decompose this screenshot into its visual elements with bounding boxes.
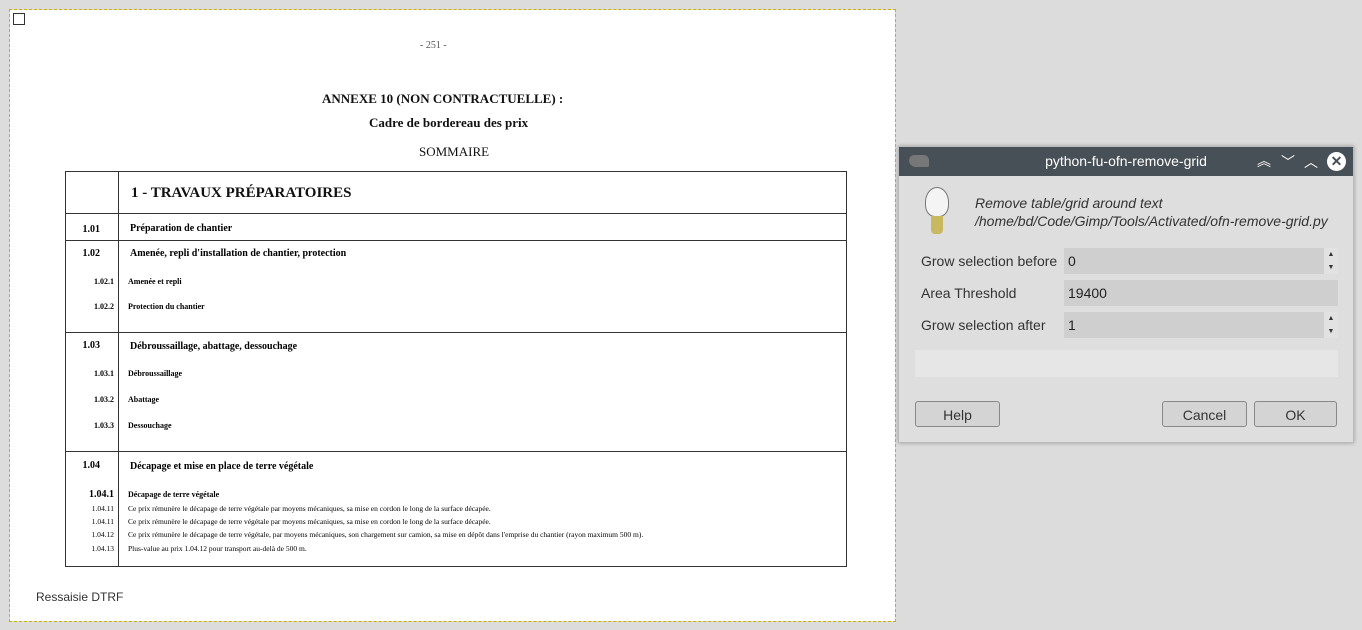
row-num: 1.02: [82, 248, 101, 259]
row-text: Débroussaillage, abattage, dessouchage: [130, 341, 298, 352]
row-num: 1.04.13: [91, 544, 115, 553]
lightbulb-base-icon: [931, 216, 943, 234]
row-text: Protection du chantier: [128, 302, 205, 311]
row-num: 1.03.2: [94, 395, 114, 404]
grow-after-spinbox[interactable]: 1 ▲ ▼: [1064, 312, 1338, 338]
row-text: Débroussaillage: [128, 369, 183, 378]
row-num: 1.03.3: [94, 421, 114, 430]
row-text: Ce prix rémunère le décapage de terre vé…: [128, 530, 644, 539]
doc-title: ANNEXE 10 (NON CONTRACTUELLE) :: [322, 91, 564, 106]
row-text: Amenée et repli: [128, 277, 182, 286]
lightbulb-icon: [925, 187, 949, 217]
dialog-script-path: /home/bd/Code/Gimp/Tools/Activated/ofn-r…: [975, 213, 1328, 229]
maximize-icon[interactable]: ︿: [1304, 152, 1318, 172]
help-button[interactable]: Help: [915, 401, 1000, 427]
grow-before-label: Grow selection before: [921, 253, 1058, 269]
doc-subtitle: Cadre de bordereau des prix: [369, 115, 529, 130]
row-divider: [65, 213, 846, 214]
row-num: 1.04.1: [89, 489, 114, 500]
progress-bar: [915, 350, 1338, 377]
minimize-icon[interactable]: ﹀: [1281, 152, 1295, 172]
dialog-titlebar[interactable]: python-fu-ofn-remove-grid ︽ ﹀ ︿ ✕: [899, 147, 1353, 176]
row-divider: [65, 240, 846, 241]
row-num: 1.02.2: [94, 302, 114, 311]
row-num: 1.03: [82, 340, 101, 351]
row-num: 1.04: [82, 460, 101, 471]
row-divider: [65, 332, 846, 333]
ok-button[interactable]: OK: [1254, 401, 1337, 427]
row-text: Ce prix rémunère le décapage de terre vé…: [128, 517, 491, 526]
plugin-dialog: python-fu-ofn-remove-grid ︽ ﹀ ︿ ✕ Remove…: [898, 146, 1354, 443]
row-text: Préparation de chantier: [130, 223, 233, 234]
row-text: Ce prix rémunère le décapage de terre vé…: [128, 504, 491, 513]
doc-footer: Ressaisie DTRF: [36, 590, 124, 604]
row-text: Abattage: [128, 395, 160, 404]
row-num: 1.01: [82, 224, 101, 235]
grow-after-value[interactable]: 1: [1068, 317, 1076, 333]
keep-above-icon[interactable]: ︽: [1257, 151, 1271, 171]
spin-buttons[interactable]: ▲ ▼: [1324, 312, 1338, 338]
area-threshold-value[interactable]: 19400: [1068, 285, 1107, 301]
grow-before-value[interactable]: 0: [1068, 253, 1076, 269]
row-text: Décapage et mise en place de terre végét…: [130, 461, 314, 472]
cancel-button[interactable]: Cancel: [1162, 401, 1247, 427]
doc-summary: SOMMAIRE: [419, 144, 490, 159]
row-text: Décapage de terre végétale: [128, 490, 220, 499]
row-num: 1.03.1: [94, 369, 114, 378]
row-num: 1.04.12: [91, 530, 115, 539]
section-header: 1 - TRAVAUX PRÉPARATOIRES: [131, 185, 352, 201]
close-icon[interactable]: ✕: [1327, 152, 1346, 171]
column-divider: [118, 171, 119, 567]
row-num: 1.04.11: [91, 517, 114, 526]
dialog-description: Remove table/grid around text: [975, 195, 1163, 211]
row-text: Plus-value au prix 1.04.12 pour transpor…: [128, 544, 307, 553]
area-threshold-label: Area Threshold: [921, 285, 1017, 301]
row-num: 1.02.1: [94, 277, 114, 286]
row-divider: [65, 451, 846, 452]
grow-after-label: Grow selection after: [921, 317, 1046, 333]
spin-buttons[interactable]: ▲ ▼: [1324, 248, 1338, 274]
row-text: Dessouchage: [128, 421, 172, 430]
area-threshold-input[interactable]: 19400: [1064, 280, 1338, 306]
row-text: Amenée, repli d'installation de chantier…: [130, 248, 347, 259]
row-num: 1.04.11: [91, 504, 114, 513]
grow-before-spinbox[interactable]: 0 ▲ ▼: [1064, 248, 1338, 274]
page-number: - 251 -: [420, 40, 447, 51]
quick-mask-toggle-icon[interactable]: [13, 13, 25, 25]
